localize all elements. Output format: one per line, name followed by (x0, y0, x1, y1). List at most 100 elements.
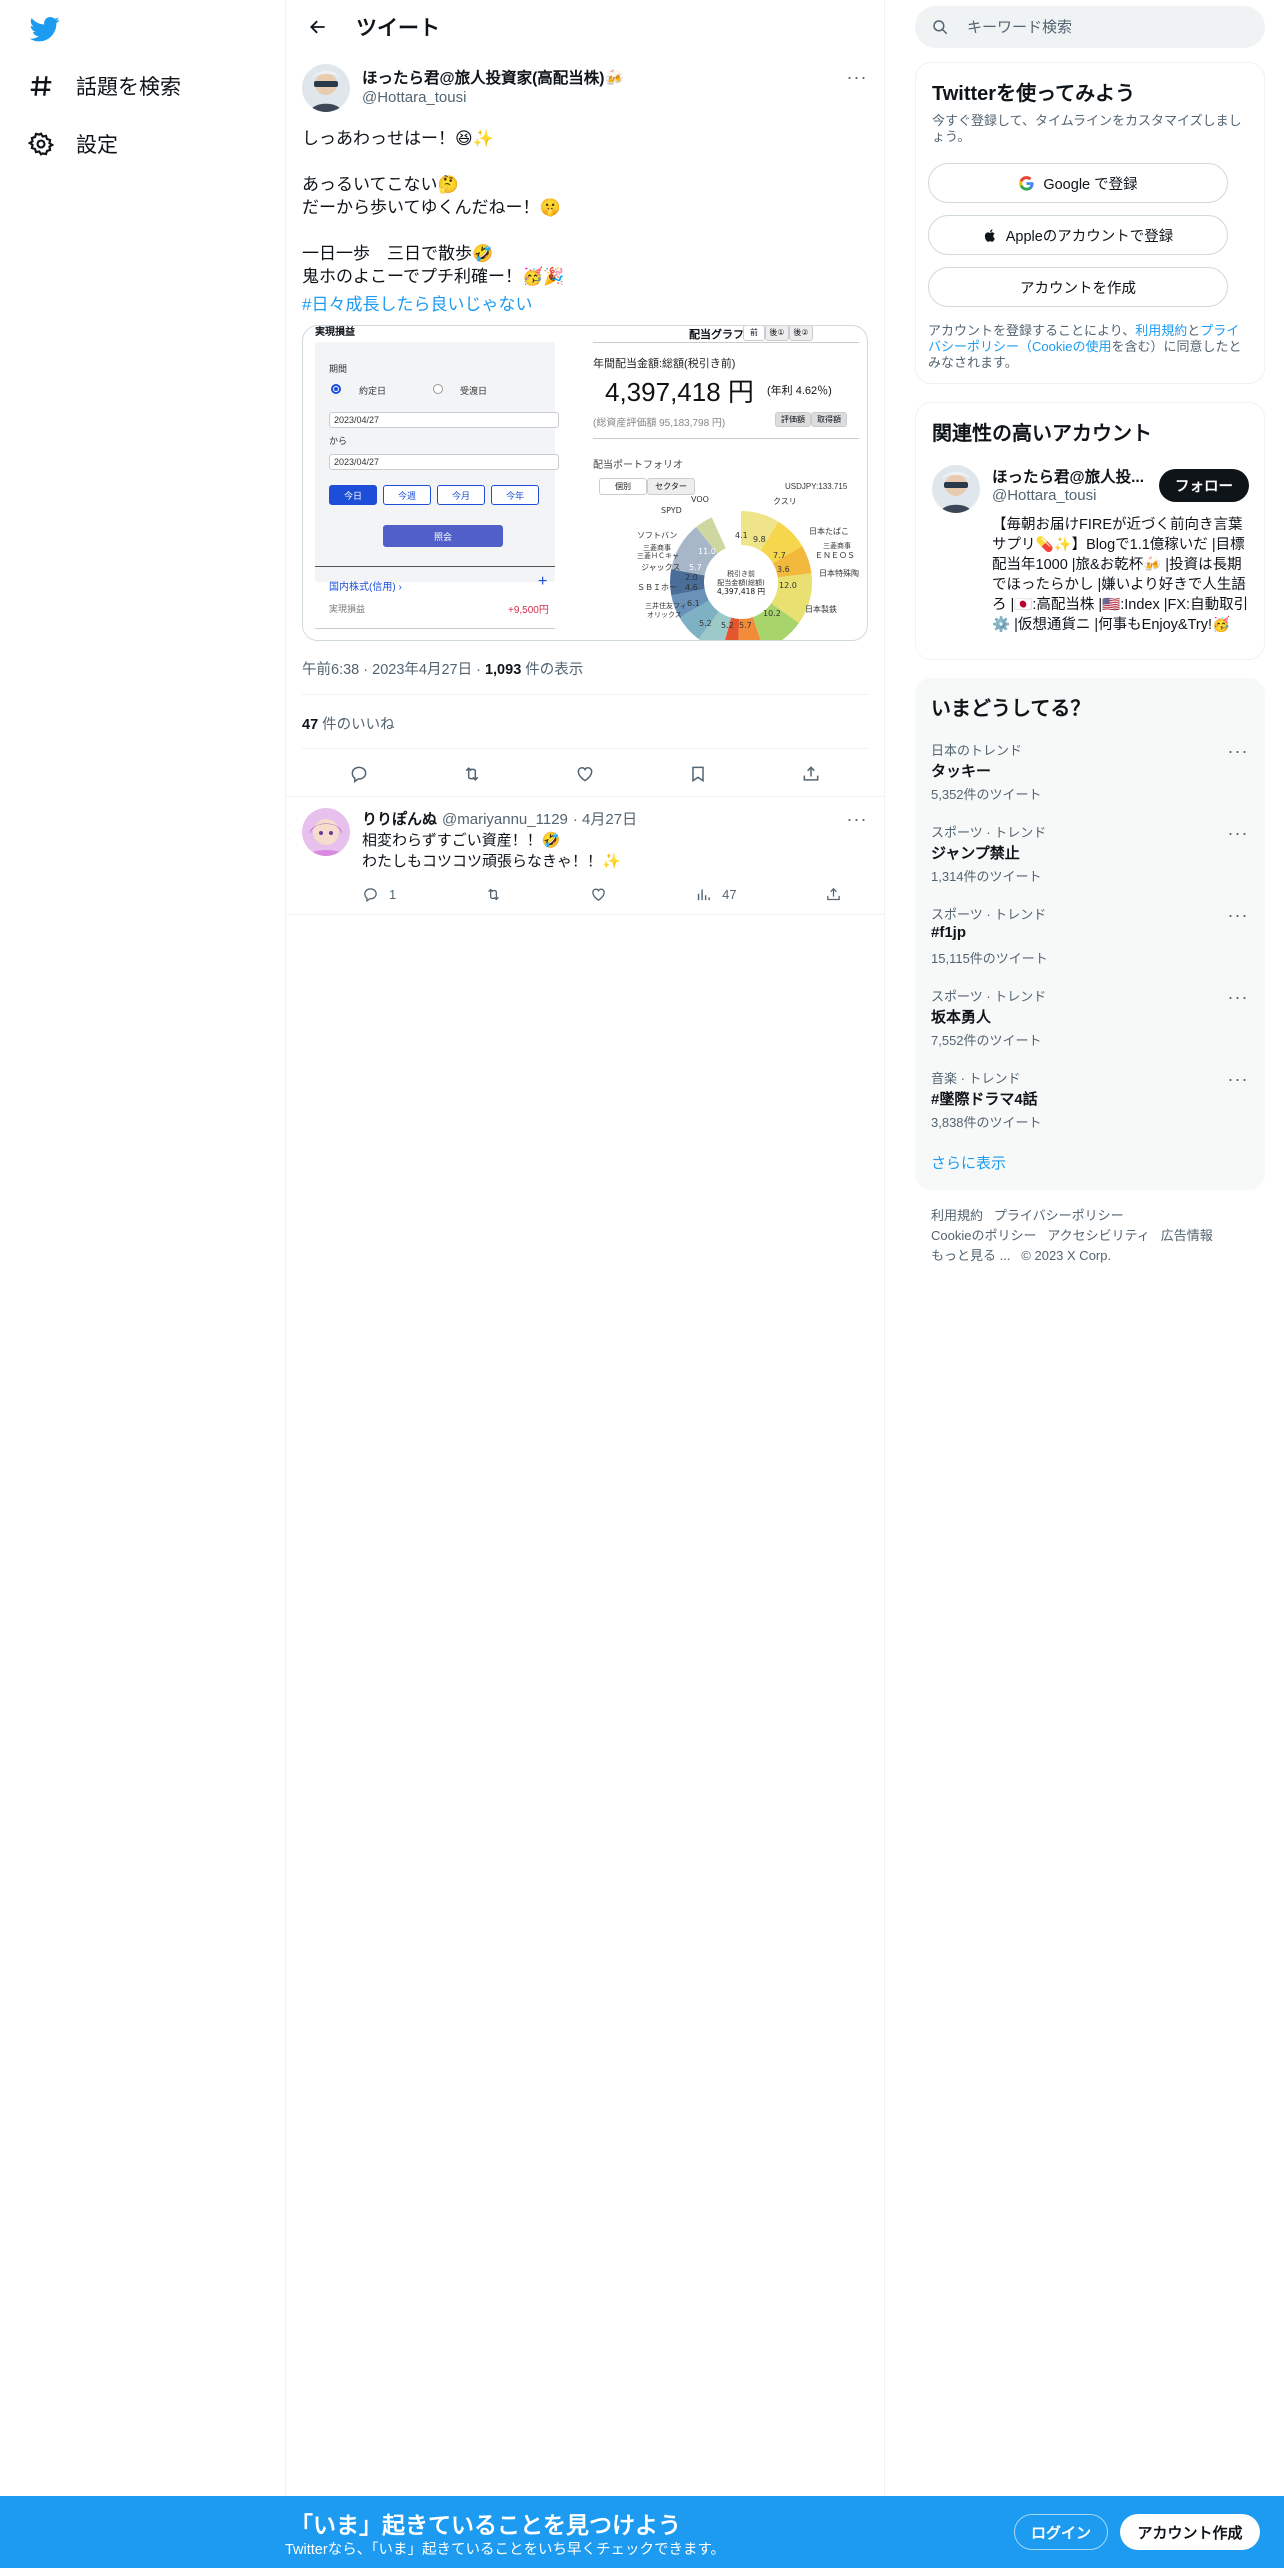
heart-icon[interactable] (568, 757, 602, 791)
footer-terms-link[interactable]: 利用規約 (931, 1208, 983, 1223)
retweet-icon[interactable] (455, 757, 489, 791)
reply-icon (362, 886, 379, 903)
follow-button[interactable]: フォロー (1159, 469, 1249, 502)
trend-item[interactable]: 音楽 · トレンド #墜際ドラマ4話 3,838件のツイート ··· (915, 1058, 1265, 1140)
radio-unselected-icon (433, 384, 443, 394)
nav-item-settings[interactable]: 設定 (28, 124, 118, 164)
tweet-hashtag[interactable]: #日々成長したら良いじゃない (302, 290, 532, 315)
nav-label-settings: 設定 (76, 134, 118, 157)
media-btn-query: 照会 (383, 525, 503, 547)
page-title: ツイート (356, 17, 440, 40)
related-avatar[interactable] (932, 465, 980, 513)
media-sep-3 (593, 438, 859, 439)
retweet-icon (485, 886, 502, 903)
footer-links: 利用規約 プライバシーポリシー Cookieのポリシー アクセシビリティ 広告情… (931, 1206, 1261, 1266)
tweet-views-count: 1,093 (484, 662, 522, 678)
donut-value-10: 12.0 (779, 581, 797, 590)
reply-author-name[interactable]: りりぽんぬ (362, 808, 437, 829)
apple-icon (983, 228, 998, 243)
reply-more-options-icon[interactable]: ··· (846, 808, 868, 830)
tweet-media-image[interactable]: 実現損益 期間 約定日 受渡日 2023/04/27 から 2023/04/27… (302, 325, 868, 641)
google-signup-button[interactable]: Google で登録 (928, 163, 1228, 203)
signup-button[interactable]: アカウント作成 (1120, 2514, 1260, 2550)
related-bio: 【毎朝お届けFIREが近づく前向き言葉サプリ💊✨】Blogで1.1億稼いだ |目… (992, 517, 1249, 633)
create-account-button[interactable]: アカウントを作成 (928, 267, 1228, 307)
footer-more-link[interactable]: もっと見る ... (931, 1248, 1010, 1263)
tweet-timestamp[interactable]: 午前6:38 · 2023年4月27日 · 1,093 件の表示 (302, 658, 583, 679)
footer-privacy-link[interactable]: プライバシーポリシー (994, 1208, 1124, 1223)
reply-author-avatar[interactable] (302, 808, 350, 856)
reply-like-button[interactable] (590, 886, 607, 903)
tweet-author-name[interactable]: ほったら君@旅人投資家(高配当株)🍻 (362, 66, 624, 88)
trend-more-icon[interactable]: ··· (1227, 986, 1249, 1008)
reply-retweet-button[interactable] (485, 886, 502, 903)
media-graph-title: 配当グラフ (689, 329, 744, 341)
media-left-panel: 実現損益 期間 約定日 受渡日 2023/04/27 から 2023/04/27… (303, 326, 593, 640)
login-button[interactable]: ログイン (1014, 2514, 1108, 2550)
apple-signup-button[interactable]: Appleのアカウントで登録 (928, 215, 1228, 255)
related-name[interactable]: ほったら君@旅人投... (992, 465, 1144, 487)
donut-value-3: 5.7 (689, 563, 702, 572)
trend-item[interactable]: 日本のトレンド タッキー 5,352件のツイート ··· (915, 730, 1265, 812)
tweet-likes[interactable]: 47 件のいいね (302, 713, 395, 734)
trend-more-icon[interactable]: ··· (1227, 822, 1249, 844)
main-column: ツイート ほったら君@旅人投資家(高配当株)🍻 @Hottara_tousi ·… (286, 0, 884, 2500)
trend-name: 坂本勇人 (931, 1009, 992, 1026)
trend-item[interactable]: スポーツ · トレンド #f1jp 15,115件のツイート ··· (915, 894, 1265, 976)
terms-link[interactable]: 利用規約 (1135, 323, 1187, 338)
tweet-author-avatar[interactable] (302, 64, 350, 112)
trend-category: 音楽 · トレンド (931, 1071, 1021, 1086)
reply-reply-button[interactable]: 1 (362, 886, 396, 903)
trends-show-more-link[interactable]: さらに表示 (931, 1152, 1006, 1173)
trend-name: ジャンプ禁止 (931, 845, 1020, 862)
google-signup-label: Google で登録 (1043, 176, 1138, 193)
reply-icon[interactable] (342, 757, 376, 791)
related-handle[interactable]: @Hottara_tousi (992, 487, 1096, 504)
donut-label-11: ＥＮＥＯＳ (815, 551, 855, 560)
reply-share-button[interactable] (825, 886, 842, 903)
twitter-logo-icon[interactable] (28, 14, 62, 44)
donut-label-1: ソフトバン (637, 531, 677, 540)
heart-icon (590, 886, 607, 903)
media-tab-2: 後① (765, 326, 789, 341)
share-icon[interactable] (794, 757, 828, 791)
trend-more-icon[interactable]: ··· (1227, 740, 1249, 762)
footer-ads-link[interactable]: 広告情報 (1161, 1228, 1213, 1243)
trend-more-icon[interactable]: ··· (1227, 1068, 1249, 1090)
search-bar[interactable] (915, 6, 1265, 48)
bookmark-icon[interactable] (681, 757, 715, 791)
note-text-1: アカウントを登録することにより、 (928, 323, 1136, 338)
donut-label-7: オリックス (647, 611, 682, 619)
divider (286, 796, 884, 797)
media-tab-indiv: 個別 (599, 478, 647, 495)
trend-item[interactable]: スポーツ · トレンド 坂本勇人 7,552件のツイート ··· (915, 976, 1265, 1058)
trend-more-icon[interactable]: ··· (1227, 904, 1249, 926)
tweet-date[interactable]: 2023年4月27日 (372, 662, 472, 678)
nav-item-explore[interactable]: 話題を検索 (28, 66, 181, 106)
search-input[interactable] (967, 18, 1217, 36)
reply-views-button[interactable]: 47 (695, 886, 737, 903)
donut-label-10: 日本製鉄 (805, 604, 837, 614)
trend-count: 15,115件のツイート (931, 951, 1048, 966)
footer-cookie-link[interactable]: Cookieのポリシー (931, 1228, 1036, 1243)
trends-title: いまどうしてる？ (931, 698, 1091, 720)
donut-value-4: 2.0 (685, 573, 698, 582)
media-btn-today: 今日 (329, 485, 377, 505)
media-date-1: 2023/04/27 (329, 412, 559, 428)
media-btn-month: 今月 (437, 485, 485, 505)
trend-count: 3,838件のツイート (931, 1115, 1042, 1130)
media-annual-rate: (年利 4.62％) (767, 385, 832, 397)
bottom-bar-subtitle: Twitterなら、「いま」起きていることをいち早くチェックできます。 (285, 2542, 725, 2558)
reply-author-handle[interactable]: @mariyannu_1129 (442, 811, 568, 828)
more-options-icon[interactable]: ··· (846, 66, 868, 88)
tweet-time[interactable]: 午前6:38 (302, 662, 359, 678)
tweet-author-handle[interactable]: @Hottara_tousi (362, 89, 466, 106)
left-navigation: 話題を検索 設定 (0, 0, 285, 2568)
hashtag-icon (28, 73, 54, 99)
media-separator (315, 566, 555, 567)
footer-accessibility-link[interactable]: アクセシビリティ (1047, 1228, 1150, 1243)
reply-date[interactable]: · 4月27日 (573, 808, 637, 829)
donut-value-1: 4.1 (735, 531, 748, 540)
back-arrow-icon[interactable] (302, 11, 334, 43)
trend-item[interactable]: スポーツ · トレンド ジャンプ禁止 1,314件のツイート ··· (915, 812, 1265, 894)
